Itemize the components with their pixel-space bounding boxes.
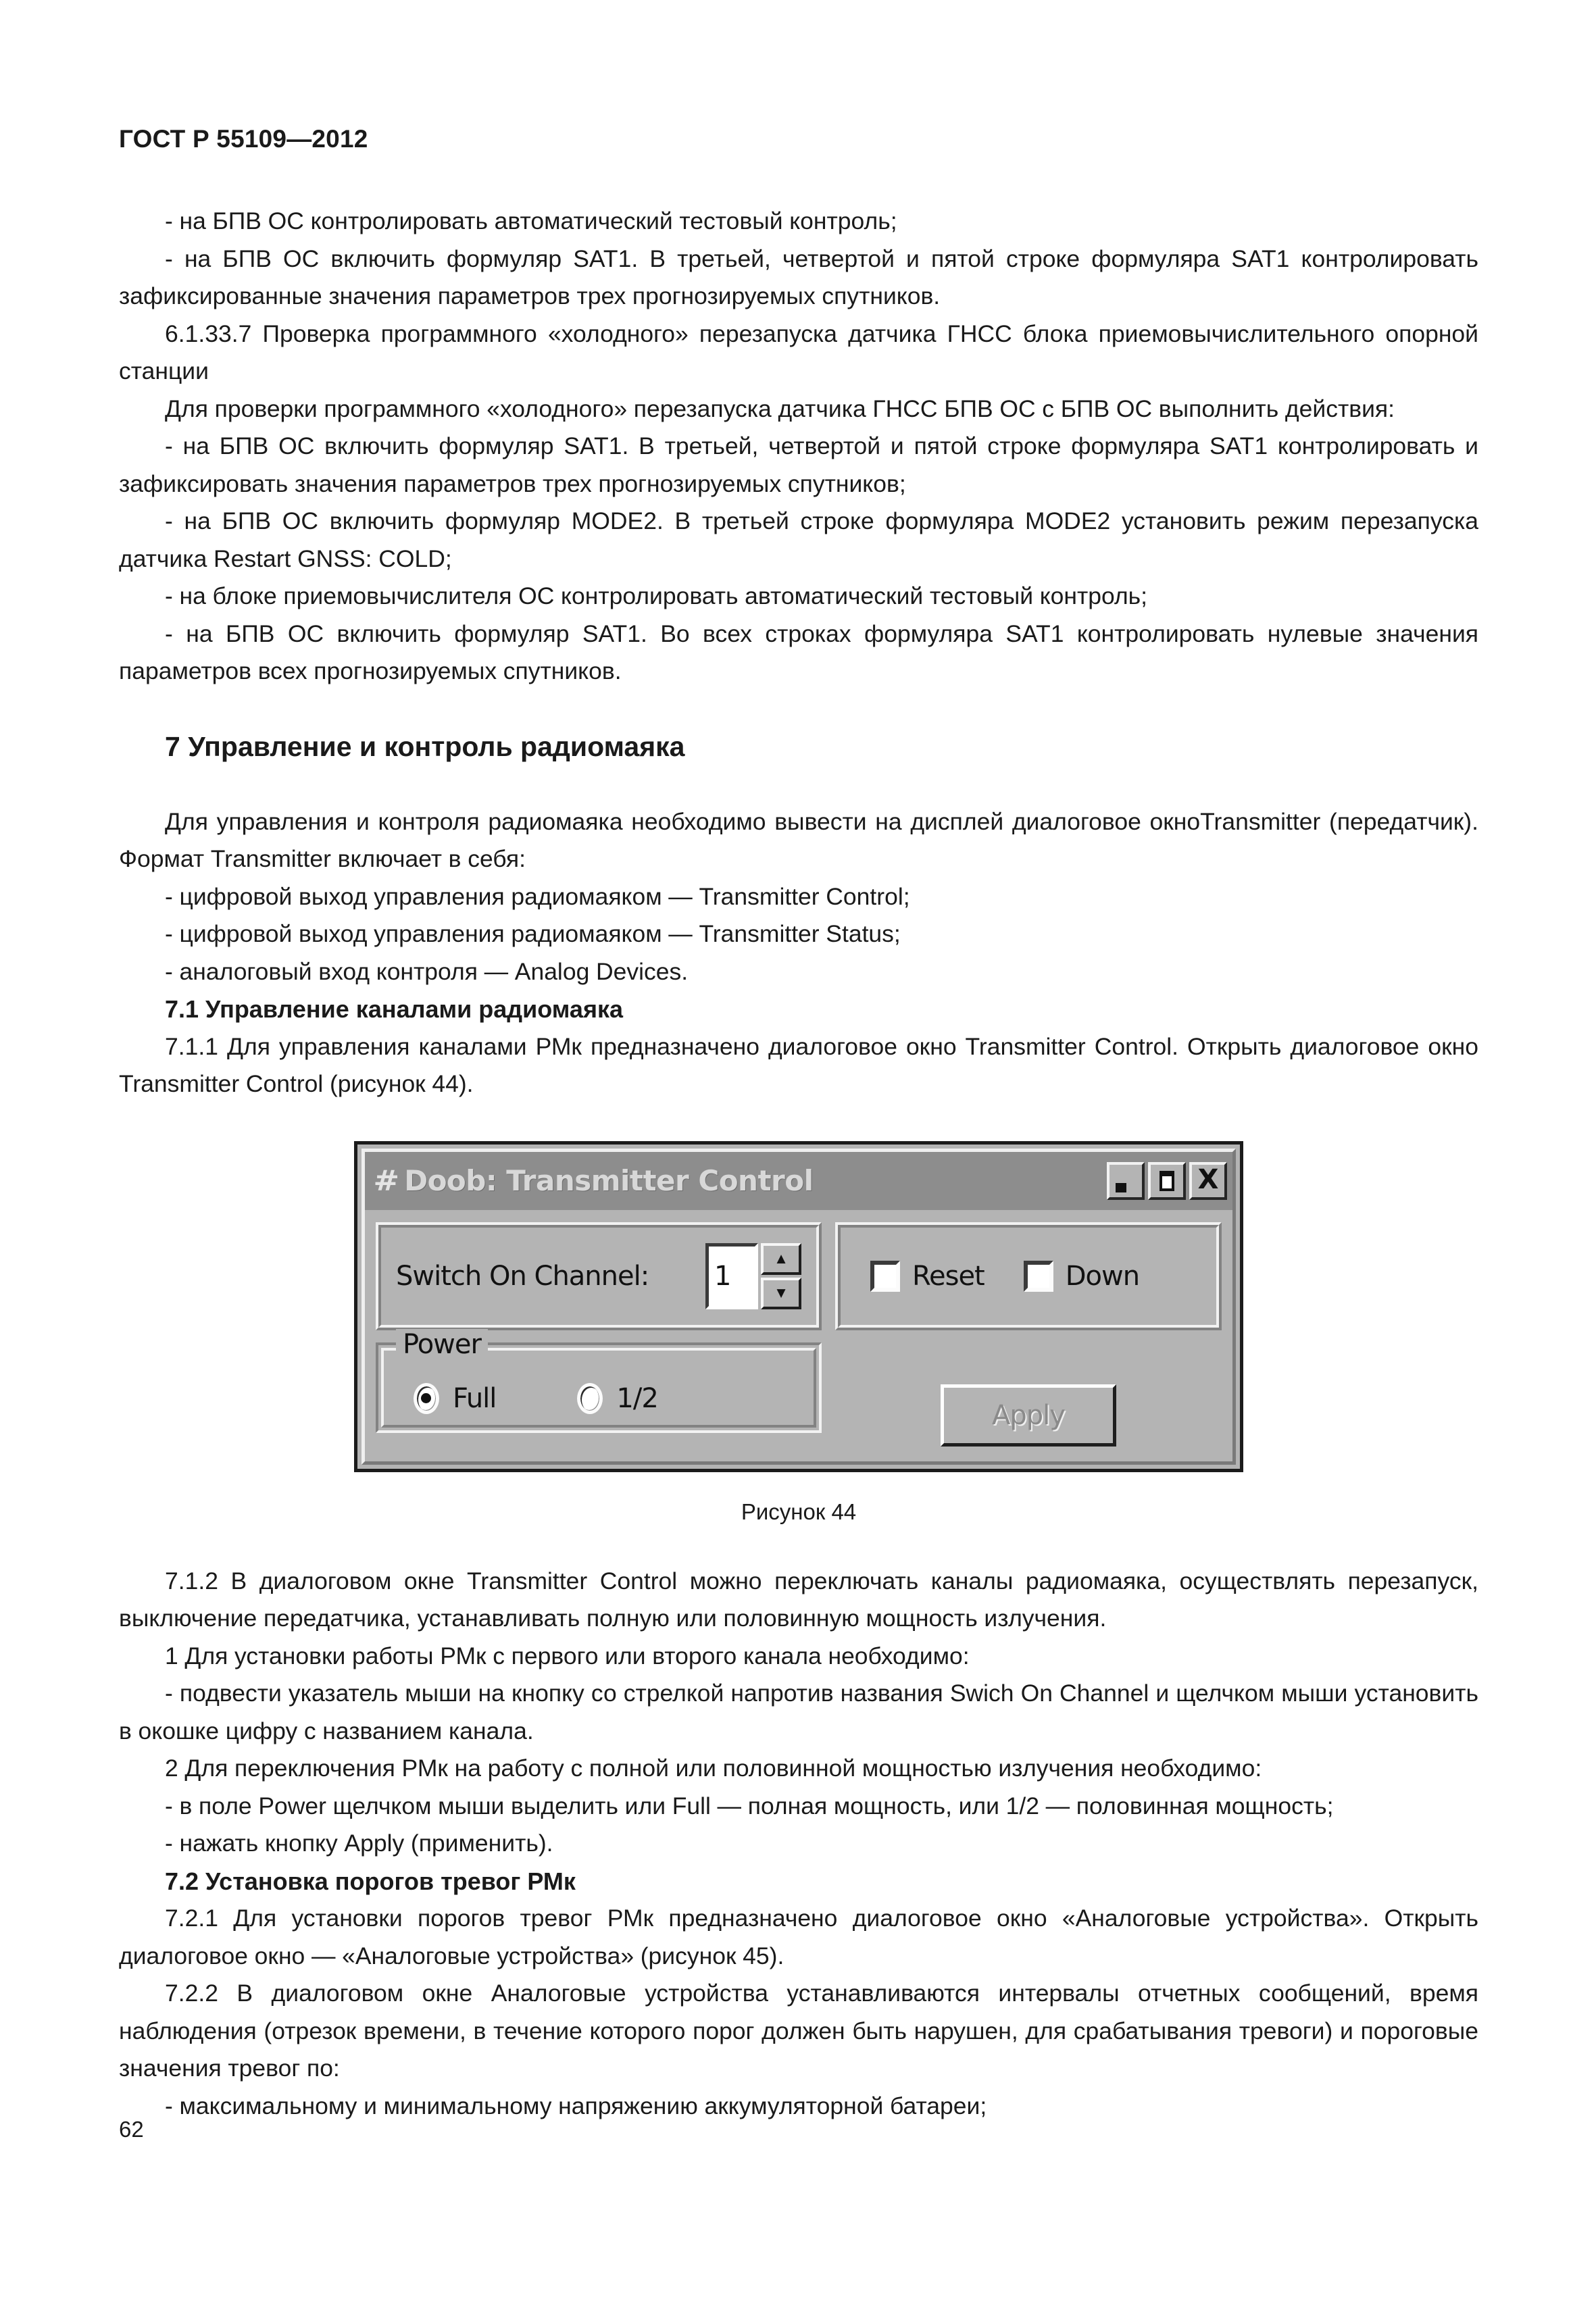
paragraph-9: Для управления и контроля радиомаяка нео… [119, 807, 1478, 873]
document-page: ГОСТ Р 55109—2012 - на БПВ ОС контролиро… [0, 0, 1596, 2314]
minimize-button[interactable] [1107, 1161, 1145, 1200]
paragraph-11: - цифровой выход управления радиомаяком … [165, 920, 901, 947]
document-header: ГОСТ Р 55109—2012 [119, 125, 368, 153]
down-checkbox-item[interactable]: Down [1023, 1260, 1140, 1292]
paragraph-3: 6.1.33.7 Проверка программного «холодног… [119, 320, 1478, 385]
section-7-heading: 7 Управление и контроль радиомаяка [165, 730, 685, 762]
channel-row: Switch On Channel: 1 ▲ ▼ [381, 1242, 816, 1309]
page-number: 62 [119, 2117, 144, 2142]
power-radio-row: Full 1/2 [378, 1382, 819, 1414]
channel-stepper[interactable]: 1 ▲ ▼ [705, 1242, 801, 1309]
stepper-up-button[interactable]: ▲ [761, 1242, 801, 1275]
power-groupbox: Power Full 1/2 [376, 1328, 822, 1433]
close-button[interactable]: X [1189, 1161, 1227, 1200]
close-icon: X [1197, 1164, 1219, 1195]
power-half-label: 1/2 [616, 1382, 658, 1414]
stepper-down-button[interactable]: ▼ [761, 1277, 801, 1309]
apply-button-area: Apply [835, 1342, 1222, 1447]
figure-44: # Doob: Transmitter Control X Switch On … [119, 1140, 1478, 1525]
dialog-inner-frame: # Doob: Transmitter Control X Switch On … [361, 1148, 1236, 1465]
paragraph-22: - максимальному и минимальному напряжени… [165, 2092, 987, 2119]
power-group-label: Power [396, 1328, 488, 1360]
paragraph-12: - аналоговый вход контроля — Analog Devi… [165, 957, 689, 985]
paragraph-1: - на БПВ ОС контролировать автоматически… [165, 207, 897, 234]
stepper-buttons: ▲ ▼ [761, 1242, 801, 1309]
dialog-titlebar[interactable]: # Doob: Transmitter Control X [365, 1151, 1232, 1210]
power-full-radio[interactable] [414, 1382, 439, 1414]
dialog-top-row: Switch On Channel: 1 ▲ ▼ Reset Down [376, 1222, 1222, 1330]
maximize-button[interactable] [1148, 1161, 1186, 1200]
paragraph-7: - на блоке приемовычислителя ОС контроли… [165, 582, 1148, 609]
power-half-radio[interactable] [577, 1382, 603, 1414]
dialog-bottom-row: Power Full 1/2 Apply [376, 1328, 1222, 1447]
paragraph-5: - на БПВ ОС включить формуляр SAT1. В тр… [119, 432, 1478, 497]
channel-panel: Switch On Channel: 1 ▲ ▼ [376, 1222, 822, 1330]
window-controls: X [1107, 1161, 1227, 1200]
reset-checkbox[interactable] [870, 1260, 900, 1292]
flags-panel: Reset Down [835, 1222, 1222, 1330]
flags-row: Reset Down [841, 1260, 1140, 1292]
section-7-2-heading: 7.2 Установка порогов тревог РМк [165, 1867, 576, 1895]
dialog-body: Switch On Channel: 1 ▲ ▼ Reset Down Powe… [365, 1210, 1232, 1461]
document-content: - на БПВ ОС контролировать автоматически… [119, 203, 1478, 2125]
figure-caption: Рисунок 44 [741, 1499, 857, 1524]
paragraph-21: 7.2.2 В диалоговом окне Аналоговые устро… [119, 1980, 1478, 2082]
apply-button[interactable]: Apply [941, 1384, 1116, 1447]
paragraph-13: 7.1.1 Для управления каналами РМк предна… [119, 1032, 1478, 1098]
hash-icon: # [373, 1163, 399, 1197]
reset-label: Reset [912, 1260, 985, 1292]
paragraph-18: - в поле Power щелчком мыши выделить или… [165, 1792, 1334, 1819]
paragraph-8: - на БПВ ОС включить формуляр SAT1. Во в… [119, 620, 1478, 685]
paragraph-10: - цифровой выход управления радиомаяком … [165, 882, 910, 910]
channel-label: Switch On Channel: [396, 1260, 649, 1292]
paragraph-6: - на БПВ ОС включить формуляр MODE2. В т… [119, 507, 1478, 572]
power-full-label: Full [453, 1382, 497, 1414]
paragraph-20: 7.2.1 Для установки порогов тревог РМк п… [119, 1905, 1478, 1969]
paragraph-17: 2 Для переключения РМк на работу с полно… [165, 1755, 1262, 1782]
power-half-item[interactable]: 1/2 [577, 1382, 659, 1414]
channel-panel-inner: Switch On Channel: 1 ▲ ▼ [378, 1224, 819, 1328]
paragraph-15: 1 Для установки работы РМк с первого или… [165, 1642, 970, 1669]
paragraph-19: - нажать кнопку Apply (применить). [165, 1830, 553, 1857]
paragraph-4: Для проверки программного «холодного» пе… [165, 395, 1395, 422]
minimize-icon [1116, 1182, 1126, 1192]
power-full-item[interactable]: Full [414, 1382, 497, 1414]
paragraph-14: 7.1.2 В диалоговом окне Transmitter Cont… [119, 1567, 1478, 1632]
maximize-icon [1159, 1170, 1174, 1191]
down-checkbox[interactable] [1023, 1260, 1053, 1292]
paragraph-2: - на БПВ ОС включить формуляр SAT1. В тр… [119, 245, 1478, 310]
section-7-1-heading: 7.1 Управление каналами радиомаяка [165, 995, 623, 1023]
transmitter-control-dialog: # Doob: Transmitter Control X Switch On … [354, 1140, 1243, 1472]
reset-checkbox-item[interactable]: Reset [870, 1260, 985, 1292]
channel-input[interactable]: 1 [705, 1242, 758, 1309]
flags-panel-inner: Reset Down [838, 1224, 1219, 1328]
dialog-title: Doob: Transmitter Control [404, 1164, 814, 1197]
down-label: Down [1065, 1260, 1140, 1292]
paragraph-16: - подвести указатель мыши на кнопку со с… [119, 1680, 1478, 1744]
